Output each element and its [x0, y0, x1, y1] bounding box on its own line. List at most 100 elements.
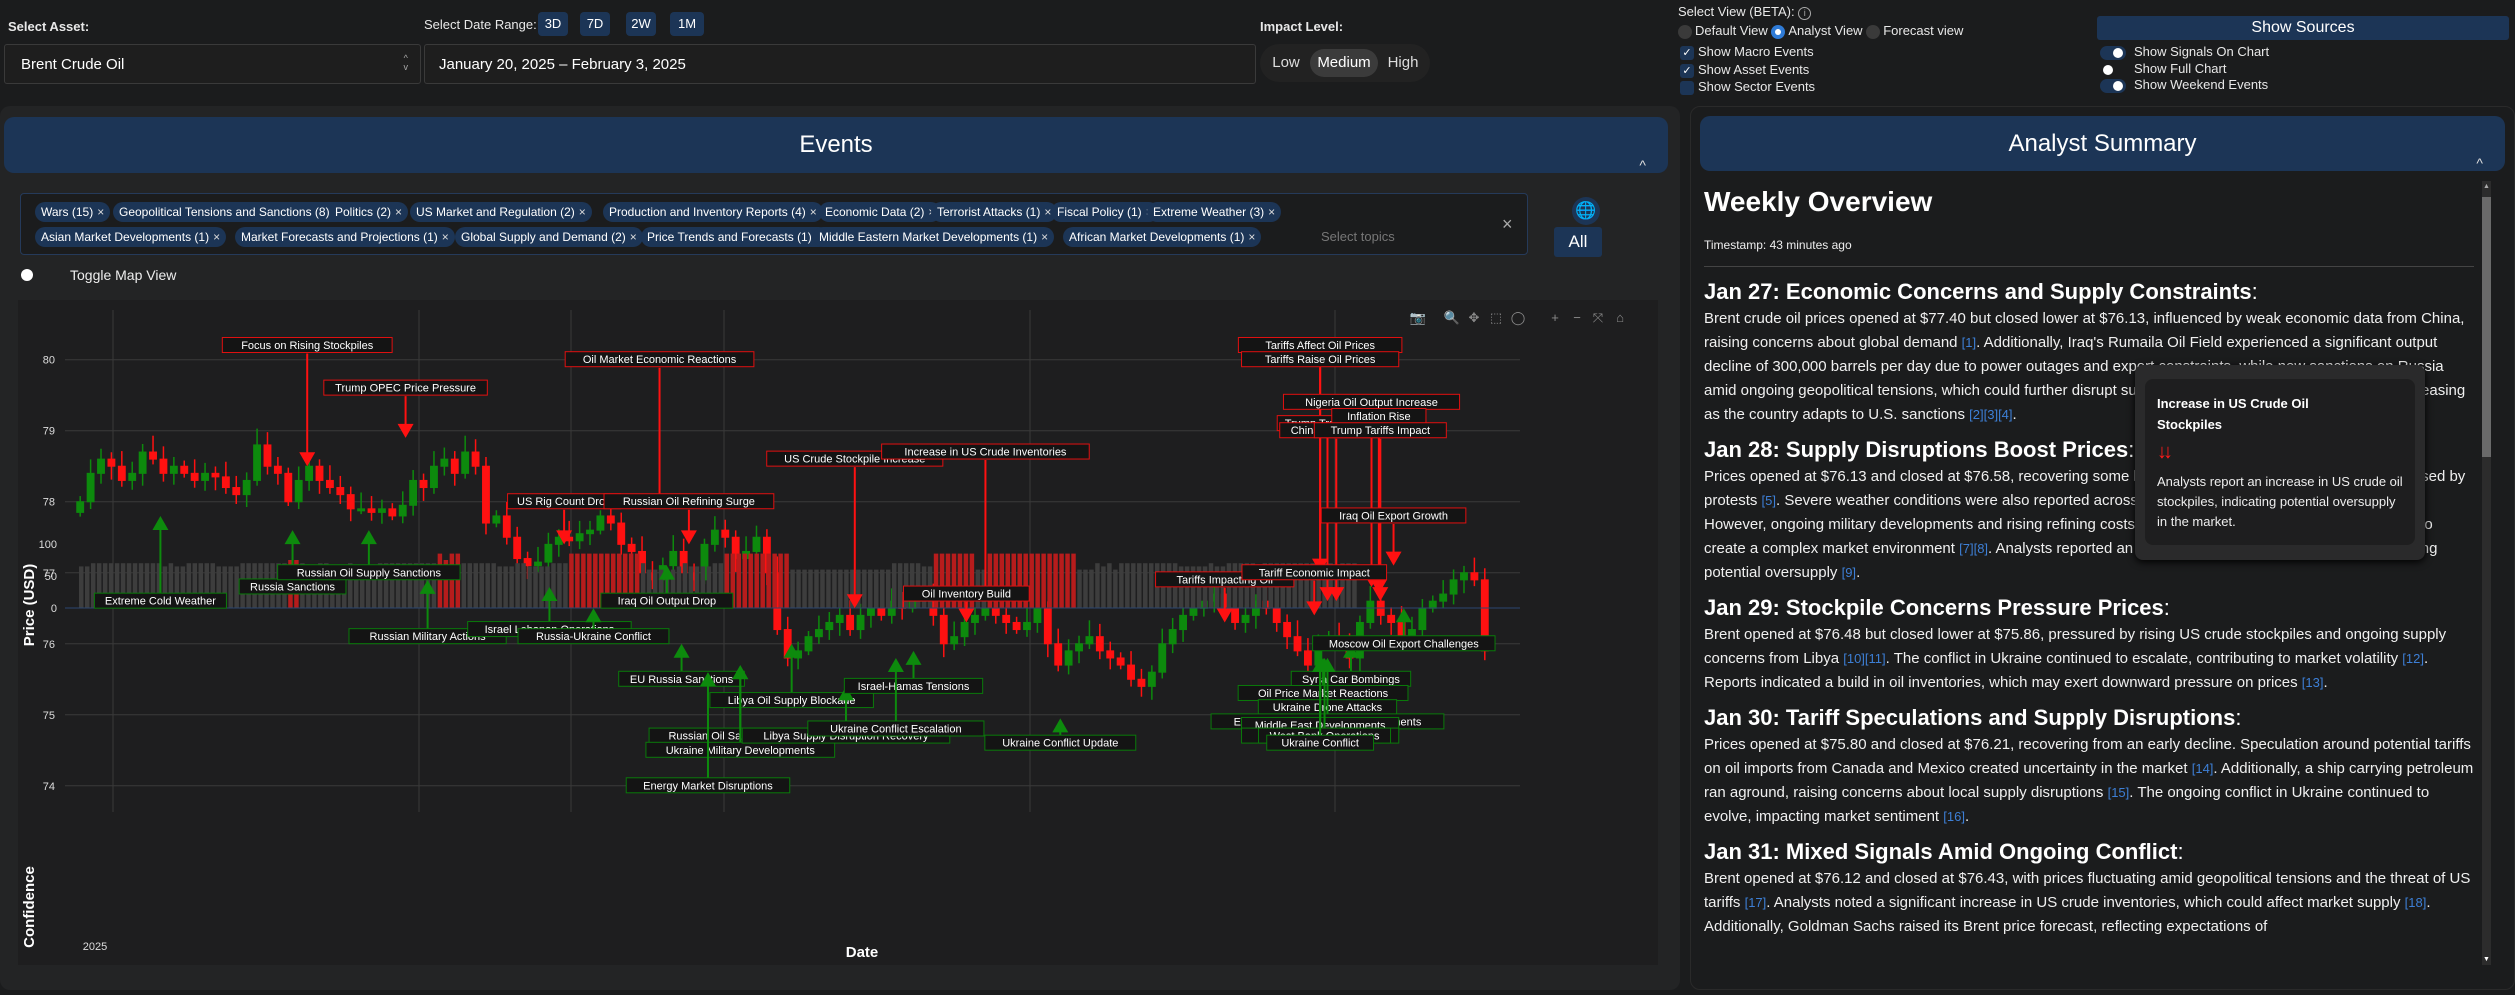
show-asset-events-checkbox[interactable]: ✓ Show Asset Events: [1680, 62, 1809, 78]
scroll-up-icon[interactable]: ▲: [2483, 183, 2490, 190]
remove-topic-icon[interactable]: ×: [1248, 230, 1255, 244]
source-reference-link[interactable]: [18]: [2405, 895, 2427, 910]
globe-icon[interactable]: 🌐: [1572, 197, 1600, 225]
view-forecast-radio[interactable]: Forecast view: [1866, 23, 1963, 39]
topic-chip[interactable]: Price Trends and Forecasts (1)×: [641, 227, 829, 247]
candle-bullish[interactable]: [138, 451, 147, 474]
candle-bullish[interactable]: [856, 614, 865, 631]
show-signals-toggle[interactable]: Show Signals On Chart: [2100, 44, 2269, 60]
bullish-event-label[interactable]: Moscow Oil Export Challenges: [1329, 638, 1479, 650]
candle-bullish[interactable]: [971, 614, 979, 623]
candle-bullish[interactable]: [1158, 643, 1167, 673]
candle-bullish[interactable]: [1366, 600, 1375, 623]
candle-bearish[interactable]: [221, 476, 230, 489]
candle-bullish[interactable]: [1439, 593, 1448, 602]
candle-bearish[interactable]: [232, 487, 241, 496]
bearish-event-label[interactable]: Oil Inventory Build: [922, 589, 1011, 601]
bullish-event-label[interactable]: Russia Sanctions: [250, 581, 335, 593]
candle-bearish[interactable]: [502, 515, 511, 538]
candle-bearish[interactable]: [939, 614, 948, 645]
candle-bearish[interactable]: [149, 451, 157, 460]
candle-bullish[interactable]: [814, 629, 823, 638]
candle-bullish[interactable]: [492, 515, 501, 524]
impact-high-option[interactable]: High: [1380, 49, 1426, 77]
candle-bearish[interactable]: [1012, 621, 1021, 631]
candle-bullish[interactable]: [1179, 614, 1188, 631]
candle-bullish[interactable]: [1075, 643, 1083, 652]
bearish-event-label[interactable]: Trump Tariffs Impact: [1331, 425, 1430, 437]
candle-bearish[interactable]: [107, 458, 116, 467]
autoscale-icon[interactable]: ⤧: [1593, 310, 1604, 325]
candle-bullish[interactable]: [981, 607, 990, 616]
candle-bullish[interactable]: [253, 444, 262, 481]
bullish-event-label[interactable]: Ukraine Conflict Update: [1002, 738, 1118, 750]
candle-bullish[interactable]: [128, 472, 137, 481]
candle-bullish[interactable]: [586, 529, 594, 535]
bearish-event-label[interactable]: Russian Oil Refining Surge: [623, 496, 755, 508]
candle-bearish[interactable]: [606, 515, 615, 524]
info-icon[interactable]: i: [1798, 7, 1812, 20]
bearish-event-label[interactable]: Tariff Economic Impact: [1259, 567, 1370, 579]
candle-bearish[interactable]: [1387, 614, 1396, 623]
pan-icon[interactable]: ✥: [1469, 310, 1480, 325]
bearish-event-label[interactable]: Focus on Rising Stockpiles: [241, 340, 374, 352]
candle-bullish[interactable]: [1418, 607, 1427, 631]
topic-chip[interactable]: Middle Eastern Market Developments (1) ×: [813, 227, 1055, 247]
view-default-radio[interactable]: Default View: [1678, 23, 1768, 39]
topic-chip[interactable]: Terrorist Attacks (1) ×: [931, 202, 1058, 222]
bullish-event-label[interactable]: Ukraine Conflict: [1281, 738, 1359, 750]
candle-bullish[interactable]: [1033, 607, 1042, 623]
bullish-event-label[interactable]: Israel-Hamas Tensions: [858, 681, 970, 693]
bearish-event-label[interactable]: Nigeria Oil Output Increase: [1305, 397, 1438, 409]
candle-bullish[interactable]: [305, 465, 314, 481]
candle-bearish[interactable]: [1106, 650, 1115, 659]
bullish-event-label[interactable]: Energy Market Disruptions: [643, 780, 773, 792]
candle-bearish[interactable]: [346, 494, 355, 510]
range-2w-button[interactable]: 2W: [626, 12, 656, 36]
candle-bullish[interactable]: [1460, 572, 1468, 581]
zoom-icon[interactable]: 🔍: [1444, 309, 1460, 325]
candle-bearish[interactable]: [190, 472, 199, 481]
bearish-event-label[interactable]: Trump OPEC Price Pressure: [335, 383, 476, 395]
candle-bearish[interactable]: [1303, 650, 1312, 666]
bearish-event-label[interactable]: Inflation Rise: [1347, 411, 1411, 423]
source-reference-link[interactable]: [2][3][4]: [1969, 407, 2012, 422]
bearish-event-label[interactable]: Increase in US Crude Inventories: [904, 447, 1067, 459]
topic-chip[interactable]: US Market and Regulation (2) ×: [410, 202, 592, 222]
candle-bullish[interactable]: [1189, 607, 1198, 616]
events-panel-header[interactable]: Events ^: [4, 117, 1668, 173]
candle-bearish[interactable]: [336, 487, 345, 496]
candle-bearish[interactable]: [1470, 572, 1479, 581]
scroll-down-icon[interactable]: ▼: [2483, 956, 2490, 963]
topic-chip[interactable]: Geopolitical Tensions and Sanctions (8)×: [113, 202, 347, 222]
candle-bullish[interactable]: [669, 550, 678, 567]
bullish-event-label[interactable]: Libya Oil Supply Blockade: [728, 695, 856, 707]
bullish-event-label[interactable]: Ukraine Conflict Escalation: [830, 723, 961, 735]
candle-bullish[interactable]: [440, 458, 449, 467]
remove-topic-icon[interactable]: ×: [579, 205, 586, 219]
remove-topic-icon[interactable]: ×: [1268, 205, 1275, 219]
candle-bearish[interactable]: [1127, 664, 1135, 680]
remove-topic-icon[interactable]: ×: [442, 230, 449, 244]
candle-bullish[interactable]: [430, 465, 438, 489]
candle-bullish[interactable]: [169, 465, 178, 474]
remove-topic-icon[interactable]: ×: [630, 230, 637, 244]
candle-bullish[interactable]: [409, 479, 418, 506]
summary-panel-header[interactable]: Analyst Summary ^: [1700, 116, 2505, 171]
camera-icon[interactable]: 📷: [1410, 310, 1426, 325]
candle-bullish[interactable]: [76, 501, 85, 513]
source-reference-link[interactable]: [13]: [2302, 675, 2324, 690]
show-sources-button[interactable]: Show Sources: [2097, 16, 2509, 40]
candle-bearish[interactable]: [315, 465, 324, 481]
candle-bearish[interactable]: [1293, 636, 1302, 652]
candle-bullish[interactable]: [1064, 650, 1073, 666]
candle-bullish[interactable]: [1428, 600, 1437, 609]
source-reference-link[interactable]: [16]: [1943, 809, 1965, 824]
zoom-out-icon[interactable]: −: [1573, 310, 1581, 325]
bullish-event-label[interactable]: Extreme Cold Weather: [105, 596, 216, 608]
candle-bullish[interactable]: [825, 621, 834, 631]
remove-topic-icon[interactable]: ×: [395, 205, 402, 219]
impact-medium-option[interactable]: Medium: [1310, 49, 1378, 77]
bullish-event-label[interactable]: Oil Price Market Reactions: [1258, 688, 1389, 700]
candle-bearish[interactable]: [1137, 678, 1146, 687]
